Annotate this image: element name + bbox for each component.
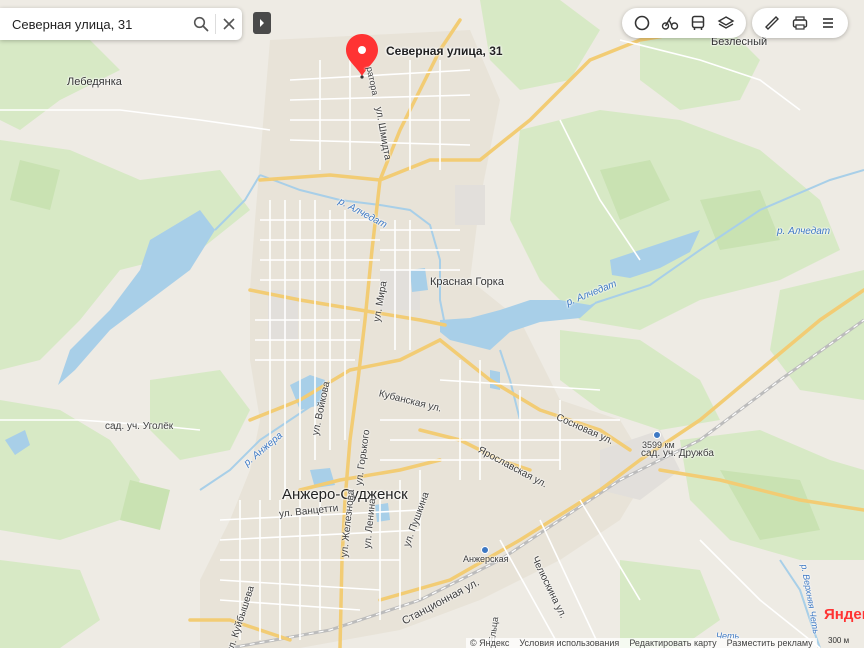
map-canvas[interactable] — [0, 0, 864, 648]
ads-link[interactable]: Разместить рекламу — [727, 638, 813, 648]
scale-bar: 300 м — [828, 636, 850, 645]
cycling-icon — [661, 16, 679, 30]
menu-button[interactable] — [814, 8, 842, 38]
attribution-bar: © Яндекс Условия использования Редактиро… — [466, 638, 817, 648]
chevron-right-icon — [260, 19, 264, 27]
traffic-button[interactable] — [628, 8, 656, 38]
place-label-km: 3599 км — [642, 440, 675, 450]
clear-button[interactable] — [215, 8, 242, 40]
place-label-krasnaya-gorka: Красная Горка — [430, 276, 504, 288]
station-icon[interactable] — [653, 431, 661, 439]
copyright-text: © Яндекс — [470, 638, 510, 648]
menu-icon — [823, 18, 833, 28]
layers-icon — [717, 16, 735, 29]
search-button[interactable] — [188, 8, 215, 40]
place-label-sad-ugolek: сад. уч. Уголёк — [105, 421, 174, 432]
ruler-button[interactable] — [758, 8, 786, 38]
edit-map-link[interactable]: Редактировать карту — [629, 638, 716, 648]
transit-button[interactable] — [684, 8, 712, 38]
search-box — [0, 8, 242, 40]
yandex-logo[interactable]: Яндекс — [824, 606, 864, 623]
layers-button[interactable] — [712, 8, 740, 38]
print-button[interactable] — [786, 8, 814, 38]
terms-link[interactable]: Условия использования — [519, 638, 619, 648]
marker-label: Северная улица, 31 — [386, 44, 503, 58]
cycling-button[interactable] — [656, 8, 684, 38]
river-label: р. Алчедат — [777, 226, 831, 237]
station-label-anzherskaya: Анжерская — [463, 554, 509, 564]
collapse-panel-button[interactable] — [253, 12, 271, 34]
print-icon — [792, 16, 808, 30]
place-label-lebedyanka: Лебедянка — [67, 76, 122, 88]
traffic-icon — [634, 15, 650, 31]
station-icon[interactable] — [481, 546, 489, 554]
map-layers-toolbar — [622, 8, 746, 38]
close-icon — [223, 18, 235, 30]
map-tools-toolbar — [752, 8, 848, 38]
search-icon — [194, 16, 209, 32]
ruler-icon — [765, 16, 779, 30]
search-input[interactable] — [0, 8, 188, 40]
transit-icon — [691, 15, 705, 30]
